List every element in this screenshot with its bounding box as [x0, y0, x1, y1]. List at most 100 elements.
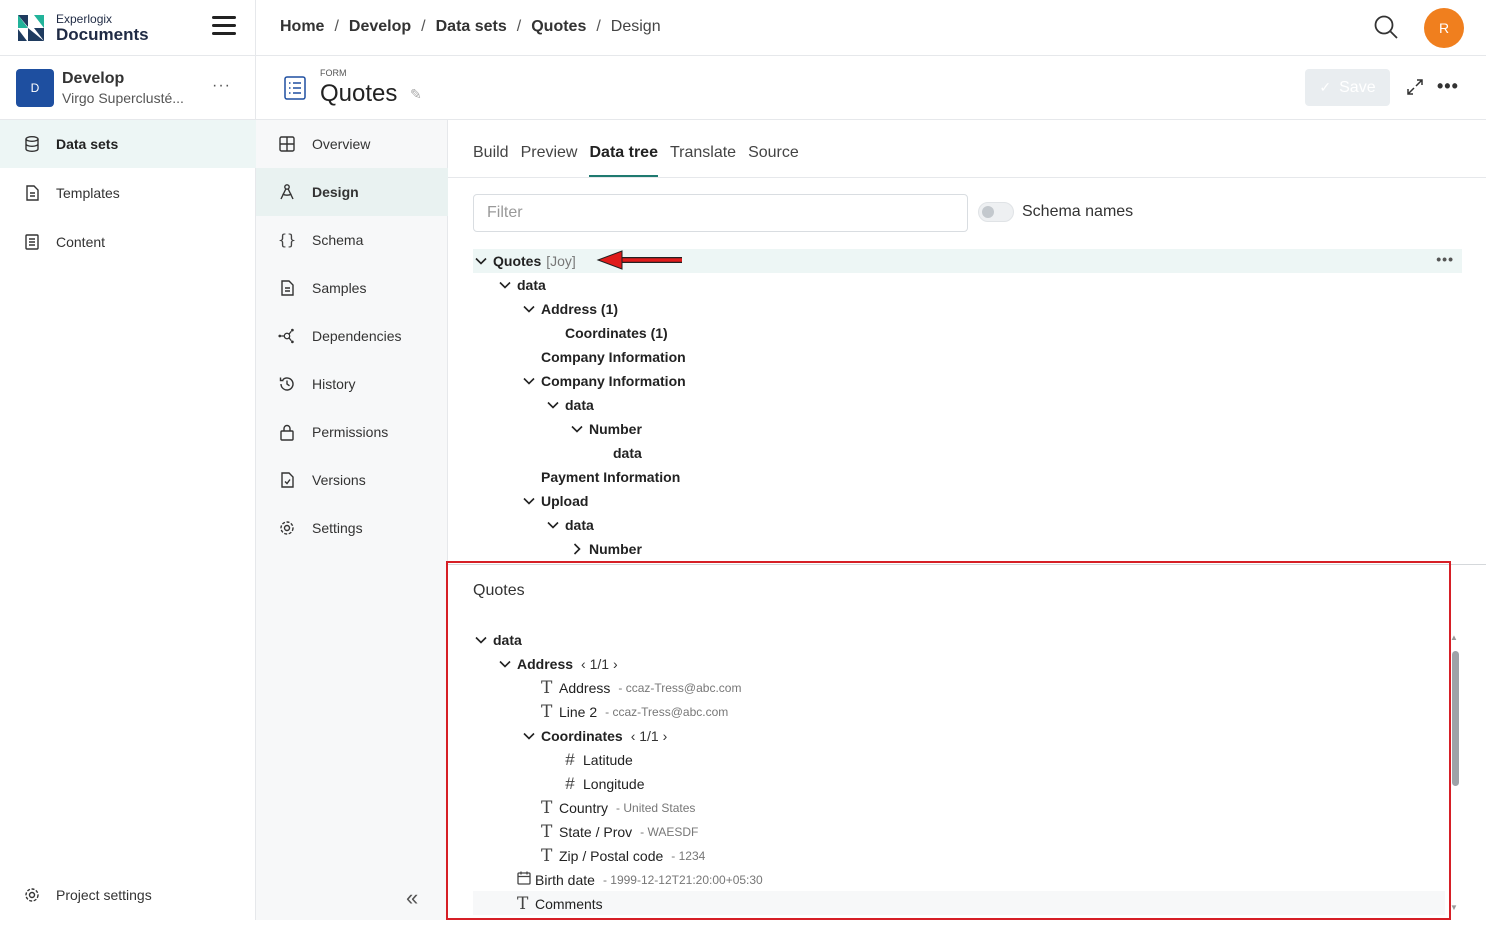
tab-translate[interactable]: Translate	[670, 132, 736, 177]
chevron-down-icon[interactable]	[521, 373, 537, 389]
page-title: Quotes	[320, 80, 398, 107]
tree-row-label: Company Information	[541, 349, 686, 365]
scroll-down-icon[interactable]: ▼	[1450, 903, 1458, 912]
sidebar-item-data-sets[interactable]: Data sets	[0, 120, 256, 168]
chevron-right-icon[interactable]	[569, 541, 585, 557]
breadcrumb-data-sets[interactable]: Data sets	[436, 18, 507, 36]
tree-row[interactable]: Payment Information	[521, 465, 680, 489]
subnav-label: Dependencies	[312, 328, 402, 344]
tree-row[interactable]: data	[545, 513, 594, 537]
chevron-down-icon[interactable]	[545, 517, 561, 533]
tab-preview[interactable]: Preview	[521, 132, 578, 177]
subnav-samples[interactable]: Samples	[256, 264, 448, 312]
tree-row-label: Number	[589, 421, 642, 437]
chevron-down-icon[interactable]	[521, 493, 537, 509]
tab-build[interactable]: Build	[473, 132, 509, 177]
app-logo[interactable]: Experlogix Documents	[18, 12, 149, 43]
user-avatar[interactable]: R	[1424, 8, 1464, 48]
collapse-sidebar-icon[interactable]: «	[406, 885, 418, 911]
divider	[448, 177, 1486, 178]
subnav-overview[interactable]: Overview	[256, 120, 448, 168]
chevron-down-icon[interactable]	[473, 253, 489, 269]
subnav-label: Permissions	[312, 424, 389, 440]
form-subnav: Overview Design {} Schema Samples Depend…	[256, 120, 448, 920]
sidebar-item-label: Data sets	[56, 136, 119, 152]
subnav-versions[interactable]: Versions	[256, 456, 448, 504]
breadcrumb-quotes[interactable]: Quotes	[531, 18, 586, 36]
app-root: Experlogix Documents D Develop Virgo Sup…	[0, 0, 1486, 932]
chevron-down-icon[interactable]	[497, 277, 513, 293]
search-icon[interactable]	[1373, 14, 1399, 40]
logo-icon	[18, 15, 44, 41]
filter-input[interactable]: Filter	[473, 194, 968, 232]
tree-row-label: Company Information	[541, 373, 686, 389]
tab-source[interactable]: Source	[748, 132, 799, 177]
check-icon: ✓	[1319, 79, 1332, 95]
design-compass-icon	[278, 183, 296, 201]
subnav-schema[interactable]: {} Schema	[256, 216, 448, 264]
more-options-icon[interactable]: •••	[1437, 76, 1459, 97]
brand-small: Experlogix	[56, 12, 113, 26]
tree-row[interactable]: Company Information	[521, 369, 686, 393]
subnav-settings[interactable]: Settings	[256, 504, 448, 552]
schema-names-toggle[interactable]	[978, 202, 1014, 222]
tree-row[interactable]: data	[593, 441, 642, 465]
chevron-down-icon[interactable]	[545, 397, 561, 413]
row-more-icon[interactable]: •••	[1436, 251, 1454, 267]
tree-row[interactable]: Number	[569, 537, 642, 561]
schema-names-label: Schema names	[1022, 203, 1134, 220]
tree-row[interactable]: Upload	[521, 489, 588, 513]
save-label: Save	[1339, 78, 1376, 96]
tab-data-tree[interactable]: Data tree	[589, 132, 658, 177]
sidebar-item-templates[interactable]: Templates	[0, 169, 256, 217]
scroll-up-icon[interactable]: ▲	[1450, 633, 1458, 642]
tree-row-label: Coordinates (1)	[565, 325, 668, 341]
subnav-permissions[interactable]: Permissions	[256, 408, 448, 456]
chevron-down-icon[interactable]	[521, 301, 537, 317]
expand-icon[interactable]	[1406, 78, 1424, 96]
content-icon	[24, 234, 40, 250]
top-bar: Home / Develop / Data sets / Quotes / Design…	[256, 0, 1486, 56]
tree-row-label: Quotes	[493, 253, 542, 269]
subnav-history[interactable]: History	[256, 360, 448, 408]
project-switcher[interactable]: D Develop Virgo Superclusté... ···	[16, 69, 241, 107]
edit-title-icon[interactable]: ✎	[410, 86, 422, 103]
tree-row[interactable]: Company Information	[521, 345, 686, 369]
project-more-icon[interactable]: ···	[212, 77, 231, 95]
breadcrumb-develop[interactable]: Develop	[349, 18, 411, 36]
chevron-down-icon[interactable]	[569, 421, 585, 437]
left-sidebar: Experlogix Documents D Develop Virgo Sup…	[0, 0, 256, 920]
braces-icon: {}	[277, 231, 297, 249]
tree-row[interactable]: data	[545, 393, 594, 417]
tree-row[interactable]: data	[497, 273, 546, 297]
tree-row-label: data	[517, 277, 546, 293]
scrollbar-thumb[interactable]	[1452, 651, 1459, 786]
lock-icon	[278, 423, 296, 441]
subnav-label: Versions	[312, 472, 366, 488]
save-button[interactable]: ✓ Save	[1305, 69, 1390, 106]
versions-icon	[278, 471, 296, 489]
network-icon	[278, 327, 296, 345]
divider	[0, 55, 256, 56]
breadcrumb-home[interactable]: Home	[280, 18, 324, 36]
project-name: Develop	[62, 70, 125, 87]
subnav-label: Settings	[312, 520, 363, 536]
sidebar-item-content[interactable]: Content	[0, 218, 256, 266]
tree-row-label: Address (1)	[541, 301, 619, 317]
tree-row[interactable]: Address (1)	[521, 297, 618, 321]
tree-row[interactable]: Number	[569, 417, 642, 441]
history-icon	[278, 375, 296, 393]
project-settings[interactable]: Project settings	[0, 871, 256, 919]
grid-icon	[278, 135, 296, 153]
form-header: FORM Quotes ✎ ✓ Save •••	[256, 56, 1486, 120]
subnav-dependencies[interactable]: Dependencies	[256, 312, 448, 360]
menu-icon[interactable]	[212, 16, 236, 38]
tree-root-tag: [Joy]	[546, 253, 576, 269]
gear-icon	[24, 887, 40, 903]
gear-icon	[278, 519, 296, 537]
subnav-design[interactable]: Design	[256, 168, 448, 216]
tree-row[interactable]: Coordinates (1)	[545, 321, 668, 345]
